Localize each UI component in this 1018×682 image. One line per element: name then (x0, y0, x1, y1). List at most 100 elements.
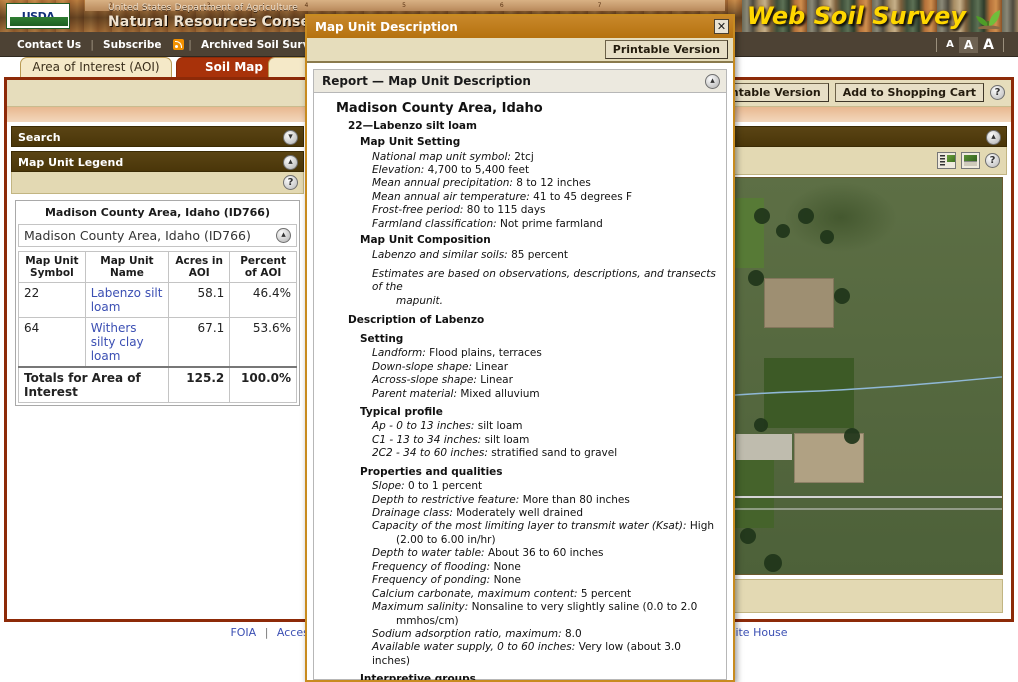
chevron-up-icon[interactable]: ▴ (283, 155, 298, 170)
property-row: Drainage class: Moderately well drained (372, 507, 716, 520)
property-label: Landform: (372, 347, 426, 360)
property-row: National map unit symbol: 2tcj (372, 151, 716, 164)
property-row: Calcium carbonate, maximum content: 5 pe… (372, 588, 716, 601)
subsection-heading-typical-profile: Typical profile (360, 405, 443, 418)
font-size-medium-button[interactable]: A (958, 36, 979, 53)
property-value: 5 percent (580, 587, 632, 600)
tree-canopy (834, 288, 850, 304)
property-row: Slope: 0 to 1 percent (372, 480, 716, 493)
dialog-printable-version-button[interactable]: Printable Version (604, 40, 728, 59)
nav-item-contact-us[interactable]: Contact Us (8, 39, 90, 51)
property-label: Across-slope shape: (372, 374, 477, 387)
column-acres-in-aoi: Acres in AOI (168, 251, 231, 283)
chevron-down-icon[interactable]: ▾ (283, 130, 298, 145)
section-heading-map-unit-composition: Map Unit Composition (360, 234, 491, 247)
property-label: Frequency of ponding: (372, 574, 491, 587)
property-label: Labenzo and similar soils: (372, 248, 508, 261)
nav-item-subscribe[interactable]: Subscribe (94, 39, 170, 51)
cell-name: Withers silty clay loam (84, 317, 170, 368)
font-size-divider (1003, 37, 1004, 52)
chevron-up-icon[interactable]: ▴ (705, 74, 720, 89)
property-row: Landform: Flood plains, terraces (372, 347, 716, 360)
property-row: Sodium adsorption ratio, maximum: 8.0 (372, 628, 716, 641)
dialog-title-bar: Map Unit Description ✕ (307, 16, 733, 38)
chevron-up-icon[interactable]: ▴ (986, 130, 1001, 145)
property-value: Nonsaline to very slightly saline (0.0 t… (471, 601, 698, 614)
property-value: High (689, 520, 715, 533)
composition-note-line2: mapunit. (396, 294, 444, 307)
property-value: 85 percent (511, 248, 568, 261)
font-size-large-button[interactable]: A (978, 36, 999, 54)
property-label: National map unit symbol: (372, 150, 511, 163)
map-unit-legend-section-header[interactable]: Map Unit Legend ▴ (11, 151, 304, 172)
map-unit-legend-box: Madison County Area, Idaho (ID766) Madis… (15, 200, 300, 406)
cell-name: Labenzo silt loam (84, 282, 170, 318)
font-size-small-button[interactable]: A (941, 38, 959, 51)
property-label: Elevation: (372, 163, 425, 176)
property-value: None (493, 560, 521, 573)
property-label: Depth to restrictive feature: (372, 493, 520, 506)
table-header-row: Map Unit Symbol Map Unit Name Acres in A… (18, 251, 297, 283)
property-value: silt loam (477, 420, 523, 433)
map-legend-icon[interactable] (937, 152, 956, 169)
property-value: Moderately well drained (456, 507, 584, 519)
property-value: Linear (480, 374, 513, 387)
tree-canopy (776, 224, 790, 238)
property-value-continued: (2.00 to 6.00 in/hr) (396, 533, 496, 546)
property-row: Mean annual air temperature: 41 to 45 de… (372, 191, 716, 204)
tree-canopy (754, 418, 768, 432)
property-row: Depth to water table: About 36 to 60 inc… (372, 547, 716, 560)
dialog-title: Map Unit Description (315, 20, 458, 34)
property-value: Flood plains, terraces (429, 347, 542, 360)
footer-link-foia[interactable]: FOIA (230, 626, 256, 639)
total-acres: 125.2 (168, 366, 231, 403)
table-total-row: Totals for Area of Interest 125.2 100.0% (17, 366, 297, 403)
survey-area-row[interactable]: Madison County Area, Idaho (ID766) ▴ (18, 224, 297, 247)
report-header: Report — Map Unit Description ▴ (314, 70, 726, 93)
dialog-content[interactable]: Report — Map Unit Description ▴ Madison … (307, 63, 733, 680)
map-unit-link[interactable]: Withers silty clay loam (91, 321, 144, 363)
property-label: Drainage class: (372, 507, 453, 519)
left-sidebar: Search ▾ Map Unit Legend ▴ ? Madison Cou… (11, 122, 304, 619)
property-label: Frequency of flooding: (372, 560, 491, 573)
property-value: 41 to 45 degrees F (533, 190, 633, 203)
total-percent: 100.0% (229, 366, 297, 403)
survey-area-label: Madison County Area, Idaho (ID766) (24, 228, 251, 243)
tab-area-of-interest[interactable]: Area of Interest (AOI) (20, 57, 172, 77)
help-icon[interactable]: ? (283, 175, 298, 190)
property-row: Frequency of flooding: None (372, 561, 716, 574)
section-heading-description: Description of Labenzo (348, 314, 485, 327)
property-value: About 36 to 60 inches (487, 547, 604, 560)
cell-symbol: 64 (18, 317, 86, 368)
footer-divider: | (264, 626, 269, 639)
tree-canopy (754, 208, 770, 224)
cell-percent: 46.4% (229, 282, 297, 318)
map-view-icon[interactable] (961, 152, 980, 169)
cell-acres: 67.1 (168, 317, 231, 368)
map-unit-link[interactable]: Labenzo silt loam (91, 286, 163, 314)
rss-icon[interactable] (173, 39, 185, 50)
agency-line-1: United States Department of Agriculture (108, 3, 298, 13)
close-icon[interactable]: ✕ (714, 19, 729, 34)
search-section-label: Search (18, 131, 61, 144)
property-value: 8.0 (565, 627, 582, 640)
property-row: Parent material: Mixed alluvium (372, 388, 716, 401)
search-section-header[interactable]: Search ▾ (11, 126, 304, 147)
property-row: Down-slope shape: Linear (372, 361, 716, 374)
help-icon[interactable]: ? (990, 85, 1005, 100)
property-label: 2C2 - 34 to 60 inches: (372, 447, 488, 460)
property-label: Depth to water table: (372, 547, 485, 560)
property-row: Available water supply, 0 to 60 inches: … (372, 641, 716, 668)
property-row: Mean annual precipitation: 8 to 12 inche… (372, 177, 716, 190)
help-icon[interactable]: ? (985, 153, 1000, 168)
map-unit-legend-label: Map Unit Legend (18, 156, 124, 169)
tree-canopy (740, 528, 756, 544)
property-value: 80 to 115 days (466, 204, 546, 217)
property-label: Parent material: (372, 387, 458, 400)
cell-percent: 53.6% (229, 317, 297, 368)
chevron-up-icon[interactable]: ▴ (276, 228, 291, 243)
add-to-shopping-cart-button[interactable]: Add to Shopping Cart (834, 83, 984, 102)
property-row: Frost-free period: 80 to 115 days (372, 204, 716, 217)
property-label: Calcium carbonate, maximum content: (372, 587, 578, 600)
column-map-unit-name: Map Unit Name (84, 251, 170, 283)
